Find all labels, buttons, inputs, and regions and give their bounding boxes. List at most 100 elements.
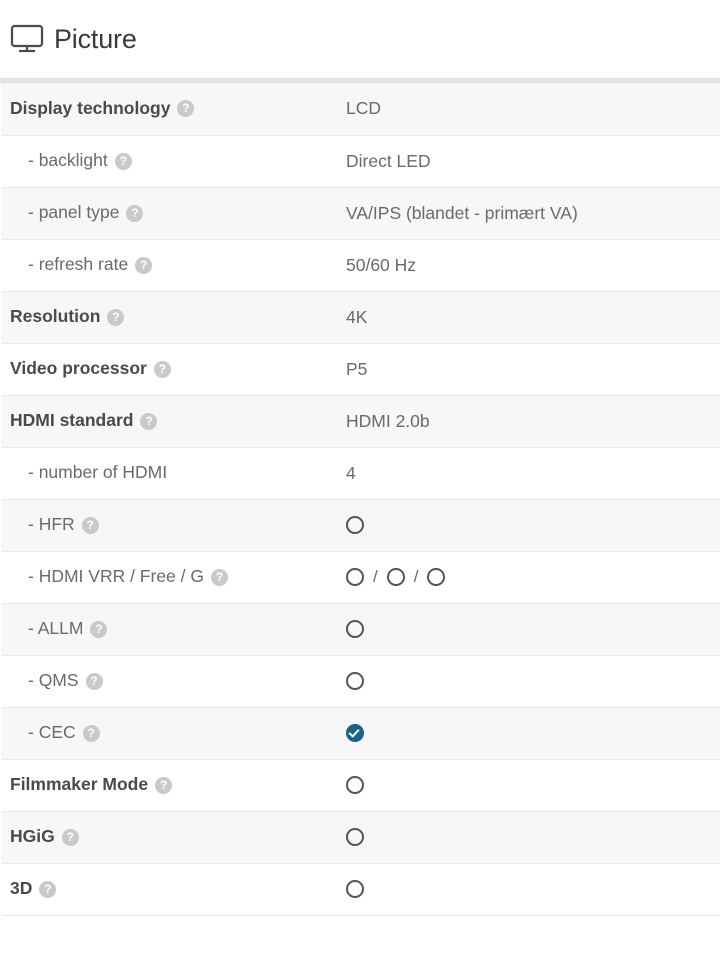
picture-specs-page: Picture Display technology? LCD - backligh… <box>0 0 720 955</box>
spec-value: 50/60 Hz <box>346 254 417 275</box>
spec-value: P5 <box>346 358 368 379</box>
spec-value-cell: 4K <box>346 291 720 343</box>
spec-label-cell: 3D? <box>1 863 346 915</box>
indicator-separator: / <box>373 567 378 586</box>
spec-label: - ALLM <box>28 618 84 639</box>
help-icon[interactable]: ? <box>153 360 171 378</box>
table-row: HDMI standard? HDMI 2.0b <box>1 395 720 447</box>
spec-label-cell: HGiG? <box>1 811 346 863</box>
spec-label: Video processor <box>10 358 147 379</box>
label-wrap: Video processor? <box>10 359 346 378</box>
spec-label-cell: - HDMI VRR / Free / G? <box>1 551 346 603</box>
spec-value-cell: / / <box>346 551 720 603</box>
spec-value-cell: 4 <box>346 447 720 499</box>
spec-label: Filmmaker Mode <box>10 774 149 795</box>
label-wrap: 3D? <box>10 879 346 898</box>
spec-value: Direct LED <box>346 150 431 171</box>
spec-value-cell: 50/60 Hz <box>346 239 720 291</box>
spec-label: 3D <box>10 878 33 899</box>
circle-empty-icon <box>346 568 364 586</box>
spec-label-cell: - CEC? <box>1 707 346 759</box>
help-icon[interactable]: ? <box>90 620 108 638</box>
spec-value-cell <box>346 707 720 759</box>
spec-value-cell: VA/IPS (blandet - primært VA) <box>346 187 720 239</box>
table-row: HGiG? <box>1 811 720 863</box>
spec-indicator-group <box>346 776 720 794</box>
spec-label-cell: Display technology? <box>1 83 346 135</box>
spec-label: HGiG <box>10 826 55 847</box>
help-icon[interactable]: ? <box>82 724 100 742</box>
spec-label-cell: Filmmaker Mode? <box>1 759 346 811</box>
help-icon[interactable]: ? <box>126 204 144 222</box>
spec-label-cell: Video processor? <box>1 343 346 395</box>
spec-label: - HFR <box>28 514 75 535</box>
help-icon[interactable]: ? <box>210 568 228 586</box>
spec-label-cell: Resolution? <box>1 291 346 343</box>
circle-empty-icon <box>346 776 364 794</box>
label-wrap: HDMI standard? <box>10 411 346 430</box>
spec-label: Resolution <box>10 306 101 327</box>
spec-value-cell <box>346 863 720 915</box>
circle-empty-icon <box>346 672 364 690</box>
label-wrap: - CEC? <box>10 723 346 742</box>
label-wrap: HGiG? <box>10 827 346 846</box>
spec-label: - backlight <box>28 150 108 171</box>
spec-value-cell <box>346 759 720 811</box>
spec-label: - CEC <box>28 722 76 743</box>
help-icon[interactable]: ? <box>85 672 103 690</box>
table-row: - ALLM? <box>1 603 720 655</box>
spec-value: VA/IPS (blandet - primært VA) <box>346 202 578 223</box>
circle-empty-icon <box>346 620 364 638</box>
spec-label: Display technology <box>10 98 171 119</box>
spec-label-cell: - QMS? <box>1 655 346 707</box>
spec-value-cell: Direct LED <box>346 135 720 187</box>
circle-empty-icon <box>386 568 405 586</box>
spec-value-cell: LCD <box>346 83 720 135</box>
circle-empty-icon <box>346 516 364 534</box>
help-icon[interactable]: ? <box>107 308 125 326</box>
spec-label: - panel type <box>28 202 120 223</box>
circle-empty-icon <box>346 828 364 846</box>
table-row: - QMS? <box>1 655 720 707</box>
label-wrap: - backlight? <box>10 151 346 170</box>
table-row: Video processor? P5 <box>1 343 720 395</box>
spec-value-cell <box>346 811 720 863</box>
spec-label-cell: - backlight? <box>1 135 346 187</box>
spec-value-cell: P5 <box>346 343 720 395</box>
label-wrap: - refresh rate? <box>10 255 346 274</box>
spec-indicator-group <box>346 724 720 742</box>
table-row: Filmmaker Mode? <box>1 759 720 811</box>
circle-empty-icon <box>346 880 364 898</box>
help-icon[interactable]: ? <box>135 256 153 274</box>
table-row: - refresh rate? 50/60 Hz <box>1 239 720 291</box>
spec-label-cell: - panel type? <box>1 187 346 239</box>
help-icon[interactable]: ? <box>140 412 158 430</box>
help-icon[interactable]: ? <box>61 828 79 846</box>
spec-value: HDMI 2.0b <box>346 410 430 431</box>
spec-indicator-group: / / <box>346 567 720 587</box>
help-icon[interactable]: ? <box>177 100 195 118</box>
spec-label-cell: - HFR? <box>1 499 346 551</box>
table-row: Resolution? 4K <box>1 291 720 343</box>
label-wrap: - ALLM? <box>10 619 346 638</box>
help-icon[interactable]: ? <box>81 516 99 534</box>
spec-indicator-group <box>346 672 720 690</box>
spec-value: 4 <box>346 462 356 483</box>
spec-value: LCD <box>346 98 382 119</box>
label-wrap: Display technology? <box>10 98 346 119</box>
table-row: - HDMI VRR / Free / G? / / <box>1 551 720 603</box>
spec-label-cell: - refresh rate? <box>1 239 346 291</box>
table-row: 3D? <box>1 863 720 915</box>
help-icon[interactable]: ? <box>155 776 173 794</box>
label-wrap: - panel type? <box>10 203 346 222</box>
help-icon[interactable]: ? <box>114 152 132 170</box>
spec-label: - HDMI VRR / Free / G <box>28 566 204 587</box>
table-row: - number of HDMI 4 <box>1 447 720 499</box>
table-row: - backlight? Direct LED <box>1 135 720 187</box>
spec-indicator-group <box>346 620 720 638</box>
label-wrap: Filmmaker Mode? <box>10 775 346 794</box>
section-header: Picture <box>0 0 720 78</box>
help-icon[interactable]: ? <box>39 880 57 898</box>
label-wrap: - HFR? <box>10 515 346 534</box>
label-wrap: - number of HDMI <box>10 463 346 483</box>
